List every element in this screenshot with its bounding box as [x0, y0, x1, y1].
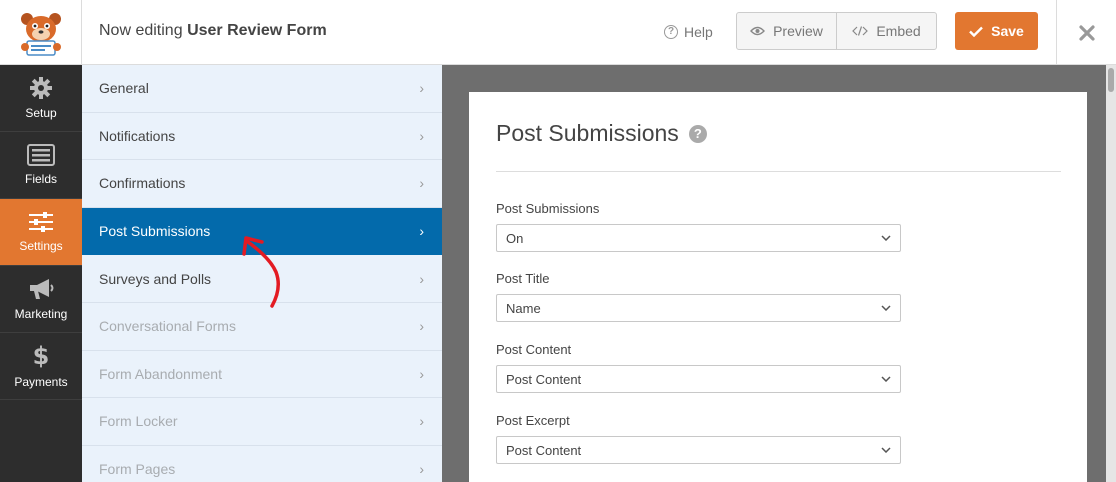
- settings-item-label: Confirmations: [99, 175, 186, 192]
- chevron-right-icon: ›: [419, 413, 424, 430]
- dollar-icon: $: [33, 343, 49, 369]
- post-content-select[interactable]: Post Content: [496, 365, 901, 393]
- preview-embed-group: Preview Embed: [736, 12, 937, 50]
- chevron-right-icon: ›: [419, 461, 424, 478]
- settings-item-form-locker[interactable]: Form Locker ›: [82, 398, 442, 446]
- megaphone-icon: [30, 279, 54, 299]
- chevron-down-icon: [881, 447, 891, 453]
- help-tooltip-icon[interactable]: ?: [688, 124, 707, 143]
- settings-item-notifications[interactable]: Notifications ›: [82, 113, 442, 161]
- select-value: On: [506, 230, 524, 246]
- settings-item-form-pages[interactable]: Form Pages ›: [82, 446, 442, 482]
- chevron-right-icon: ›: [419, 80, 424, 97]
- close-icon: [1078, 24, 1095, 41]
- field-label-post-content: Post Content: [496, 342, 572, 357]
- chevron-down-icon: [881, 235, 891, 241]
- chevron-down-icon: [881, 376, 891, 382]
- chevron-right-icon: ›: [419, 175, 424, 192]
- post-excerpt-select[interactable]: Post Content: [496, 436, 901, 464]
- eye-icon: [750, 26, 766, 36]
- settings-panel: Post Submissions ? Post Submissions On P…: [469, 92, 1087, 482]
- settings-item-general[interactable]: General ›: [82, 65, 442, 113]
- sidebar-item-payments[interactable]: $ Payments: [0, 333, 82, 400]
- sidebar-item-fields[interactable]: Fields: [0, 132, 82, 199]
- settings-item-label: General: [99, 80, 149, 97]
- code-icon: [852, 26, 869, 36]
- settings-item-label: Post Submissions: [99, 223, 211, 240]
- form-name: User Review Form: [187, 22, 327, 39]
- settings-item-label: Form Abandonment: [99, 365, 222, 382]
- chevron-right-icon: ›: [419, 270, 424, 287]
- settings-menu: General › Notifications › Confirmations …: [82, 65, 442, 482]
- chevron-right-icon: ›: [419, 127, 424, 144]
- sidebar-item-marketing[interactable]: Marketing: [0, 266, 82, 333]
- post-submissions-select[interactable]: On: [496, 224, 901, 252]
- settings-item-post-submissions[interactable]: Post Submissions ›: [82, 207, 442, 256]
- settings-item-label: Surveys and Polls: [99, 270, 212, 287]
- chevron-down-icon: [881, 305, 891, 311]
- gear-icon: [30, 77, 52, 99]
- settings-item-form-abandonment[interactable]: Form Abandonment ›: [82, 351, 442, 399]
- sidebar-item-label: Setup: [25, 106, 57, 120]
- sidebar-item-label: Fields: [24, 172, 57, 186]
- sidebar-item-setup[interactable]: Setup: [0, 65, 82, 132]
- settings-item-confirmations[interactable]: Confirmations ›: [82, 160, 442, 208]
- save-label: Save: [991, 23, 1024, 39]
- divider: [496, 171, 1061, 172]
- scrollbar[interactable]: [1106, 65, 1116, 482]
- settings-item-label: Notifications: [99, 127, 176, 144]
- select-value: Name: [506, 300, 541, 316]
- scrollbar-thumb[interactable]: [1108, 68, 1114, 92]
- settings-item-conversational-forms[interactable]: Conversational Forms ›: [82, 303, 442, 351]
- settings-item-label: Form Pages: [99, 461, 176, 478]
- panel-title: Post Submissions: [496, 120, 679, 146]
- embed-label: Embed: [876, 23, 921, 39]
- help-link[interactable]: ? Help: [664, 24, 713, 40]
- post-title-select[interactable]: Name: [496, 294, 901, 322]
- settings-content-area: Post Submissions ? Post Submissions On P…: [442, 65, 1116, 482]
- checkmark-icon: [969, 26, 983, 37]
- field-label-post-submissions: Post Submissions: [496, 201, 600, 216]
- sidebar-item-label: Payments: [14, 375, 68, 389]
- chevron-right-icon: ›: [419, 223, 424, 240]
- chevron-right-icon: ›: [419, 365, 424, 382]
- wpforms-logo: [0, 0, 82, 65]
- settings-item-label: Conversational Forms: [99, 318, 236, 335]
- settings-item-label: Form Locker: [99, 413, 178, 430]
- svg-text:$: $: [33, 343, 49, 369]
- panel-heading: Post Submissions ?: [496, 120, 707, 147]
- sidebar-item-settings[interactable]: Settings: [0, 199, 82, 266]
- question-circle-icon: ?: [664, 25, 678, 39]
- top-bar: Now editing User Review Form ? Help Prev…: [0, 0, 1116, 65]
- builder-sidebar: Setup Fields Settings Marketing $ Paymen…: [0, 65, 82, 482]
- chevron-right-icon: ›: [419, 318, 424, 335]
- title-prefix: Now editing: [99, 22, 183, 39]
- preview-button[interactable]: Preview: [737, 13, 836, 49]
- sidebar-item-label: Settings: [19, 239, 63, 253]
- fields-icon: [27, 144, 55, 166]
- sidebar-item-label: Marketing: [14, 307, 68, 321]
- embed-button[interactable]: Embed: [836, 13, 936, 49]
- preview-label: Preview: [773, 23, 823, 39]
- close-button[interactable]: [1056, 0, 1116, 65]
- settings-item-surveys-polls[interactable]: Surveys and Polls ›: [82, 255, 442, 303]
- page-title: Now editing User Review Form: [99, 22, 327, 40]
- sliders-icon: [29, 212, 53, 232]
- select-value: Post Content: [506, 442, 582, 458]
- field-label-post-title: Post Title: [496, 271, 550, 286]
- bear-mascot-icon: [20, 12, 61, 56]
- field-label-post-excerpt: Post Excerpt: [496, 413, 570, 428]
- select-value: Post Content: [506, 371, 582, 387]
- help-label: Help: [684, 24, 713, 40]
- save-button[interactable]: Save: [955, 12, 1038, 50]
